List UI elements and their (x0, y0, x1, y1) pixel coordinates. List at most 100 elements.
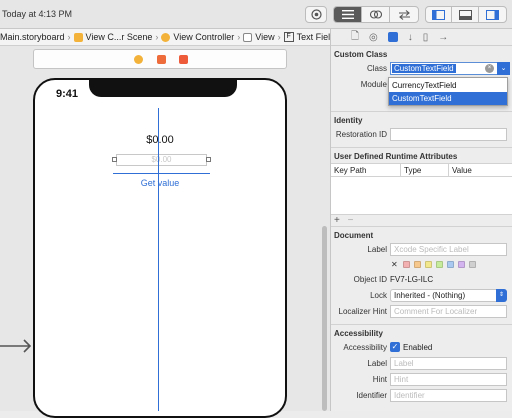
inspector-toggle[interactable] (479, 7, 506, 22)
accessibility-enabled-text: Enabled (403, 343, 433, 352)
color-label-row: ✕ (331, 258, 512, 272)
dropdown-option-currency[interactable]: CurrencyTextField (389, 79, 507, 92)
doc-label-label: Label (367, 245, 387, 254)
clear-label-icon[interactable]: ✕ (391, 260, 398, 269)
view-controller-icon (161, 32, 171, 42)
accessibility-identifier-field[interactable]: Identifier (390, 389, 507, 402)
column-value[interactable]: Value (449, 164, 475, 176)
color-swatch[interactable] (446, 261, 454, 268)
navigator-toggle[interactable] (426, 7, 453, 22)
color-label-swatches: ✕ (391, 260, 476, 269)
view-controller-dock-icon[interactable] (134, 55, 143, 64)
lock-value: Inherited - (Nothing) (394, 291, 466, 300)
library-button[interactable] (305, 6, 327, 23)
standard-editor-button[interactable] (334, 7, 363, 22)
class-input[interactable]: CustomTextField (392, 64, 456, 73)
storyboard-canvas[interactable]: 9:41 $0.00 $0.00 Get value (0, 46, 330, 418)
first-responder-icon[interactable] (157, 55, 166, 64)
status-text: Today at 4:13 PM (2, 9, 73, 19)
class-label: Class (366, 64, 387, 73)
remove-attribute-button[interactable]: − (348, 215, 354, 226)
toolbar: Today at 4:13 PM (0, 0, 512, 29)
scene-icon (73, 32, 83, 42)
class-clear-icon[interactable]: × (485, 64, 494, 73)
object-id-value: FV7-LG-ILC (390, 275, 434, 284)
price-label[interactable]: $0.00 (35, 134, 285, 146)
column-key-path[interactable]: Key Path (331, 164, 401, 176)
color-swatch[interactable] (457, 261, 465, 268)
currency-text-field[interactable]: $0.00 (112, 154, 211, 166)
dropdown-option-custom[interactable]: CustomTextField (389, 92, 507, 105)
class-dropdown-button[interactable]: ⌄ (497, 62, 510, 75)
resize-handle[interactable] (112, 157, 117, 162)
breadcrumb-storyboard[interactable]: Main.storyboard › (0, 32, 74, 42)
debug-area-toggle[interactable] (452, 7, 479, 22)
object-id-label: Object ID (353, 275, 387, 284)
view-icon (243, 32, 253, 42)
object-id-row: Object ID FV7-LG-ILC (331, 272, 512, 288)
help-inspector-icon[interactable]: ◎ (369, 32, 378, 43)
identity-inspector: 🗋 ◎ ↓ ▯ → Custom Class Class CustomTextF… (330, 29, 512, 411)
module-row: Module CurrencyTextField CustomTextField (331, 77, 512, 106)
bottom-panel-icon (458, 9, 472, 20)
class-combo[interactable]: CustomTextField × ⌄ (390, 62, 510, 75)
accessibility-checkbox[interactable]: ✓ (390, 342, 400, 352)
identity-inspector-icon[interactable] (387, 32, 398, 42)
class-dropdown-menu: CurrencyTextField CustomTextField (388, 77, 508, 106)
exit-icon[interactable] (179, 55, 188, 64)
canvas-scrollbar[interactable] (322, 226, 327, 411)
jump-bar: Main.storyboard › View C...r Scene › View … (0, 29, 330, 46)
accessibility-hint-label: Hint (372, 375, 387, 384)
color-swatch[interactable] (468, 261, 476, 268)
constraint-line (113, 173, 210, 174)
resize-handle[interactable] (206, 157, 211, 162)
color-swatch[interactable] (435, 261, 443, 268)
file-inspector-icon[interactable]: 🗋 (351, 29, 359, 46)
breadcrumb-scene[interactable]: View C...r Scene › (73, 32, 162, 42)
color-swatch[interactable] (402, 261, 410, 268)
accessibility-hint-row: Hint Hint (331, 372, 512, 388)
runtime-controls: + − (331, 215, 512, 226)
breadcrumb-view-controller[interactable]: View Controller › (161, 32, 243, 42)
restoration-id-field[interactable] (390, 128, 507, 141)
scene-dock[interactable] (33, 49, 287, 69)
connections-inspector-icon[interactable]: → (438, 32, 448, 43)
document-title: Document (334, 231, 374, 240)
attributes-inspector-icon[interactable]: ↓ (408, 32, 413, 43)
left-panel-icon (432, 9, 446, 20)
module-label: Module (360, 80, 387, 89)
localizer-hint-field[interactable]: Comment For Localizer (390, 305, 507, 318)
version-editor-button[interactable] (390, 7, 418, 22)
inspector-tabs: 🗋 ◎ ↓ ▯ → (331, 29, 512, 46)
editor-mode-segment (333, 6, 419, 23)
lock-popup[interactable]: Inherited - (Nothing) ⇕ (390, 289, 507, 302)
accessibility-enabled-row: Accessibility ✓ Enabled (331, 340, 512, 356)
runtime-attributes-table[interactable]: Key Path Type Value (331, 163, 512, 215)
accessibility-hint-field[interactable]: Hint (390, 373, 507, 386)
breadcrumb-view[interactable]: View › (243, 32, 283, 42)
restoration-id-label: Restoration ID (335, 130, 387, 139)
custom-class-title: Custom Class (334, 50, 388, 59)
class-row: Class CustomTextField × ⌄ (331, 61, 512, 77)
accessibility-label-field[interactable]: Label (390, 357, 507, 370)
assistant-icon (369, 10, 382, 19)
runtime-attributes-title: User Defined Runtime Attributes (334, 152, 458, 161)
assistant-editor-button[interactable] (362, 7, 391, 22)
right-panel-icon (485, 9, 499, 20)
alignment-guide (158, 108, 159, 411)
size-inspector-icon[interactable]: ▯ (423, 32, 429, 43)
status-bar-time: 9:41 (56, 88, 79, 100)
color-swatch[interactable] (424, 261, 432, 268)
breadcrumb-text-field[interactable]: F Text Field (283, 32, 330, 42)
get-value-button[interactable]: Get value (35, 178, 285, 188)
localizer-hint-row: Localizer Hint Comment For Localizer (331, 304, 512, 324)
column-type[interactable]: Type (401, 164, 449, 176)
library-icon (310, 9, 322, 20)
entry-point-arrow (0, 339, 32, 353)
accessibility-label-label: Label (367, 359, 387, 368)
color-swatch[interactable] (413, 261, 421, 268)
doc-label-field[interactable]: Xcode Specific Label (390, 243, 507, 256)
add-attribute-button[interactable]: + (334, 215, 340, 226)
panel-toggle-segment (425, 6, 507, 23)
iphone-frame: 9:41 $0.00 $0.00 Get value (33, 78, 287, 418)
